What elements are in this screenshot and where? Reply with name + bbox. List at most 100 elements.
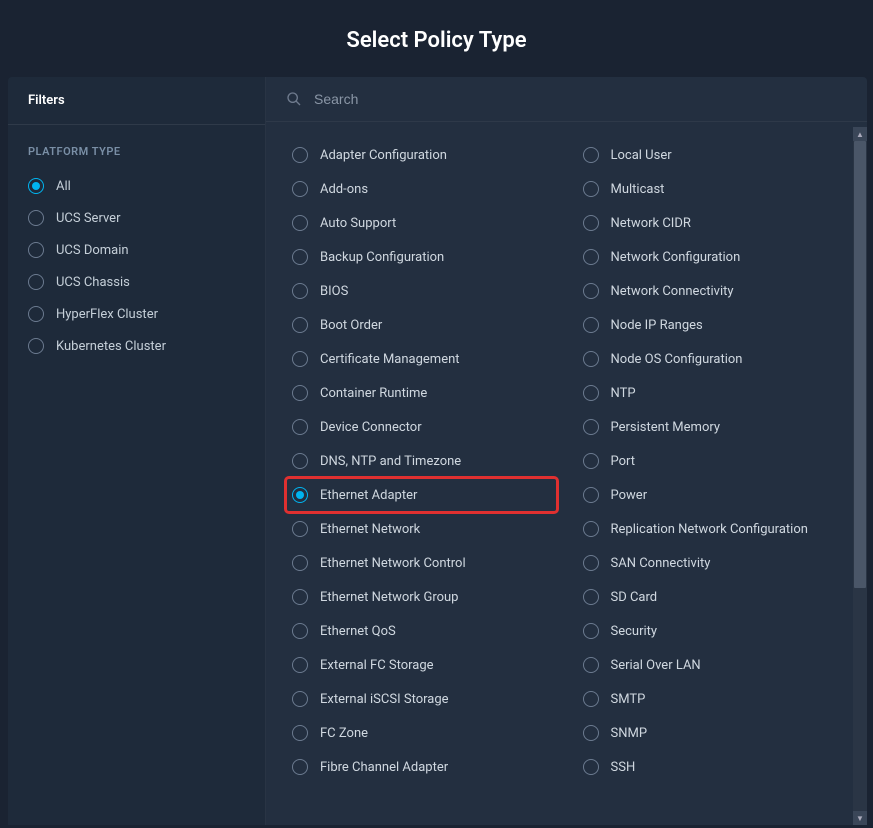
radio-icon bbox=[583, 521, 599, 537]
radio-icon bbox=[583, 487, 599, 503]
radio-icon bbox=[292, 759, 308, 775]
radio-icon bbox=[583, 419, 599, 435]
policy-item-label: Network Connectivity bbox=[611, 284, 734, 299]
filters-sidebar: Filters PLATFORM TYPE AllUCS ServerUCS D… bbox=[8, 77, 266, 825]
radio-icon bbox=[583, 351, 599, 367]
policy-item-label: Multicast bbox=[611, 182, 665, 197]
policy-item[interactable]: SNMP bbox=[577, 716, 848, 750]
policy-item-label: Power bbox=[611, 488, 648, 503]
policy-item[interactable]: Local User bbox=[577, 138, 848, 172]
policy-item[interactable]: Add-ons bbox=[286, 172, 557, 206]
policy-item[interactable]: Serial Over LAN bbox=[577, 648, 848, 682]
policy-item[interactable]: External FC Storage bbox=[286, 648, 557, 682]
policy-item[interactable]: Security bbox=[577, 614, 848, 648]
filter-item[interactable]: UCS Chassis bbox=[8, 266, 265, 298]
radio-icon bbox=[292, 589, 308, 605]
policy-item[interactable]: NTP bbox=[577, 376, 848, 410]
policy-item-label: Adapter Configuration bbox=[320, 148, 447, 163]
policy-item-label: SD Card bbox=[611, 590, 658, 605]
policy-item[interactable]: FC Zone bbox=[286, 716, 557, 750]
policy-item-label: Ethernet Network Control bbox=[320, 556, 466, 571]
policy-item-label: External FC Storage bbox=[320, 658, 434, 673]
policy-item-label: Certificate Management bbox=[320, 352, 460, 367]
policy-item[interactable]: Network Configuration bbox=[577, 240, 848, 274]
search-input[interactable] bbox=[314, 91, 847, 107]
radio-icon bbox=[583, 181, 599, 197]
policy-item[interactable]: Network CIDR bbox=[577, 206, 848, 240]
policy-item[interactable]: Ethernet QoS bbox=[286, 614, 557, 648]
policy-item[interactable]: Port bbox=[577, 444, 848, 478]
radio-icon bbox=[583, 385, 599, 401]
policy-item[interactable]: SD Card bbox=[577, 580, 848, 614]
policy-item[interactable]: Multicast bbox=[577, 172, 848, 206]
policy-item-label: Ethernet Network bbox=[320, 522, 420, 537]
policy-item[interactable]: External iSCSI Storage bbox=[286, 682, 557, 716]
policy-item[interactable]: Backup Configuration bbox=[286, 240, 557, 274]
filter-item-label: UCS Chassis bbox=[56, 275, 130, 290]
radio-icon bbox=[28, 210, 44, 226]
policy-item[interactable]: Ethernet Network bbox=[286, 512, 557, 546]
radio-icon bbox=[28, 178, 44, 194]
policy-item[interactable]: Fibre Channel Adapter bbox=[286, 750, 557, 784]
radio-icon bbox=[292, 351, 308, 367]
policy-item[interactable]: Persistent Memory bbox=[577, 410, 848, 444]
policy-grid: Adapter Configuration Local User Add-ons Mu… bbox=[286, 138, 847, 784]
policy-item[interactable]: Ethernet Adapter bbox=[286, 478, 557, 512]
radio-icon bbox=[292, 147, 308, 163]
policy-item-label: Add-ons bbox=[320, 182, 368, 197]
radio-icon bbox=[583, 147, 599, 163]
filter-item[interactable]: Kubernetes Cluster bbox=[8, 330, 265, 362]
platform-type-heading: PLATFORM TYPE bbox=[8, 125, 265, 166]
policy-item-label: Node IP Ranges bbox=[611, 318, 703, 333]
policy-item[interactable]: Ethernet Network Group bbox=[286, 580, 557, 614]
radio-icon bbox=[292, 725, 308, 741]
filter-item[interactable]: HyperFlex Cluster bbox=[8, 298, 265, 330]
policy-item-label: Security bbox=[611, 624, 658, 639]
main-panel: Adapter Configuration Local User Add-ons Mu… bbox=[266, 77, 867, 825]
dialog-header: Select Policy Type bbox=[0, 0, 873, 77]
filter-item[interactable]: UCS Server bbox=[8, 202, 265, 234]
filters-title: Filters bbox=[8, 77, 265, 125]
policy-item[interactable]: Power bbox=[577, 478, 848, 512]
policy-item[interactable]: SAN Connectivity bbox=[577, 546, 848, 580]
policy-item[interactable]: Adapter Configuration bbox=[286, 138, 557, 172]
policy-item-label: NTP bbox=[611, 386, 636, 401]
radio-icon bbox=[292, 487, 308, 503]
policy-item[interactable]: SMTP bbox=[577, 682, 848, 716]
radio-icon bbox=[292, 385, 308, 401]
policy-item[interactable]: DNS, NTP and Timezone bbox=[286, 444, 557, 478]
policy-item[interactable]: Boot Order bbox=[286, 308, 557, 342]
radio-icon bbox=[292, 555, 308, 571]
policy-item[interactable]: SSH bbox=[577, 750, 848, 784]
scrollbar-track[interactable]: ▲ ▼ bbox=[853, 127, 867, 825]
policy-item[interactable]: Certificate Management bbox=[286, 342, 557, 376]
radio-icon bbox=[583, 215, 599, 231]
policy-item[interactable]: Replication Network Configuration bbox=[577, 512, 848, 546]
radio-icon bbox=[583, 555, 599, 571]
policy-item-label: Fibre Channel Adapter bbox=[320, 760, 448, 775]
policy-item[interactable]: Node OS Configuration bbox=[577, 342, 848, 376]
policy-item[interactable]: Network Connectivity bbox=[577, 274, 848, 308]
policy-item[interactable]: Container Runtime bbox=[286, 376, 557, 410]
radio-icon bbox=[292, 283, 308, 299]
policy-item-label: External iSCSI Storage bbox=[320, 692, 449, 707]
policy-item-label: Container Runtime bbox=[320, 386, 427, 401]
policy-item-label: Auto Support bbox=[320, 216, 396, 231]
policy-item[interactable]: Device Connector bbox=[286, 410, 557, 444]
policy-item[interactable]: Node IP Ranges bbox=[577, 308, 848, 342]
content-area: Filters PLATFORM TYPE AllUCS ServerUCS D… bbox=[0, 77, 873, 825]
policy-item-label: Ethernet QoS bbox=[320, 624, 396, 639]
policy-item[interactable]: Ethernet Network Control bbox=[286, 546, 557, 580]
scroll-up-arrow[interactable]: ▲ bbox=[853, 127, 867, 141]
filter-item[interactable]: UCS Domain bbox=[8, 234, 265, 266]
policy-item[interactable]: BIOS bbox=[286, 274, 557, 308]
radio-icon bbox=[292, 317, 308, 333]
policy-item-label: Local User bbox=[611, 148, 672, 163]
policy-item-label: Ethernet Adapter bbox=[320, 488, 417, 503]
radio-icon bbox=[583, 317, 599, 333]
platform-type-list: AllUCS ServerUCS Domain UCS Chassis HyperF… bbox=[8, 166, 265, 366]
policy-item[interactable]: Auto Support bbox=[286, 206, 557, 240]
scrollbar-thumb[interactable] bbox=[854, 141, 866, 588]
filter-item[interactable]: All bbox=[8, 170, 265, 202]
scroll-down-arrow[interactable]: ▼ bbox=[853, 811, 867, 825]
